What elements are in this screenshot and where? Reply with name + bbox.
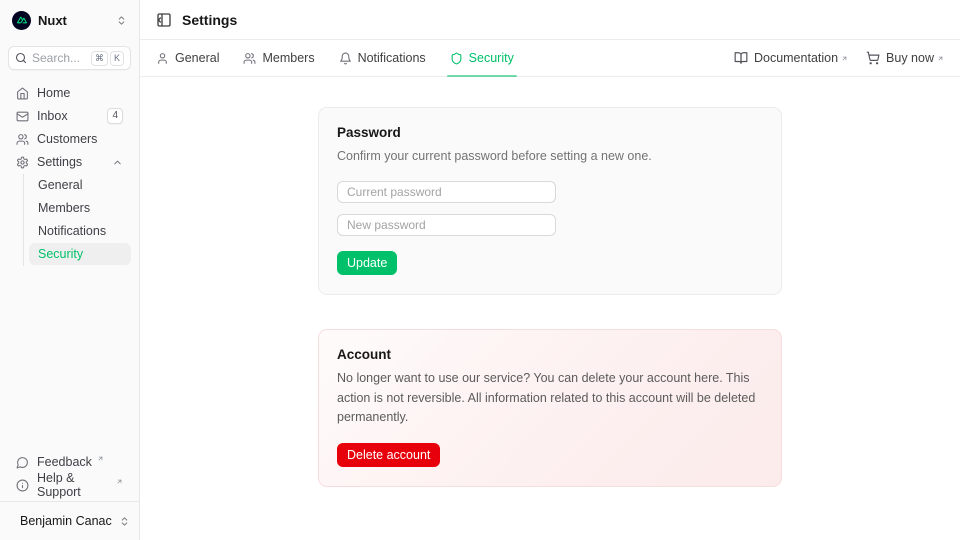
search-shortcut: ⌘ K (91, 51, 124, 66)
settings-submenu: General Members Notifications Security (23, 174, 131, 266)
link-label: Buy now (886, 51, 934, 65)
sidebar-item-label: Home (37, 86, 70, 100)
inbox-icon (16, 110, 29, 123)
sidebar-item-label: Members (38, 201, 90, 215)
tab-general[interactable]: General (156, 40, 219, 76)
sidebar-item-label: Security (38, 247, 83, 261)
chevron-up-icon (112, 157, 123, 168)
users-icon (243, 52, 256, 65)
user-name: Benjamin Canac (20, 514, 112, 528)
kbd-k: K (110, 51, 124, 66)
tab-label: Security (469, 51, 514, 65)
update-password-button[interactable]: Update (337, 251, 397, 275)
shopping-cart-icon (866, 51, 880, 65)
sidebar-item-label: Customers (37, 132, 97, 146)
sidebar-footer: Feedback Help & Support Benjamin Canac (8, 451, 131, 540)
current-password-field[interactable] (337, 181, 556, 203)
user-menu[interactable]: Benjamin Canac (8, 506, 131, 536)
user-icon (156, 52, 169, 65)
buy-now-link[interactable]: Buy now (866, 51, 944, 65)
users-icon (16, 133, 29, 146)
footer-item-label: Help & Support (37, 471, 111, 499)
book-open-icon (734, 51, 748, 65)
sidebar-item-customers[interactable]: Customers (8, 128, 131, 150)
delete-account-button[interactable]: Delete account (337, 443, 440, 467)
settings-tabbar: General Members Notifications Security (140, 40, 960, 77)
external-link-icon (841, 55, 848, 62)
search-icon (15, 52, 27, 64)
password-card-description: Confirm your current password before set… (337, 147, 763, 166)
account-card-title: Account (337, 347, 763, 362)
tab-security[interactable]: Security (450, 40, 514, 76)
header-links: Documentation Buy now (734, 51, 944, 65)
gear-icon (16, 156, 29, 169)
divider (0, 501, 139, 502)
sidebar-item-settings[interactable]: Settings (8, 151, 131, 173)
chevrons-up-down-icon (119, 516, 130, 527)
tab-notifications[interactable]: Notifications (339, 40, 426, 76)
tab-label: Notifications (358, 51, 426, 65)
sidebar-item-members[interactable]: Members (29, 197, 131, 219)
sidebar-nav: Home Inbox 4 Customers Settings (8, 82, 131, 267)
feedback-link[interactable]: Feedback (8, 451, 131, 473)
info-circle-icon (16, 479, 29, 492)
sidebar-item-label: Settings (37, 155, 82, 169)
external-link-icon (937, 55, 944, 62)
account-card-description: No longer want to use our service? You c… (337, 369, 763, 427)
help-support-link[interactable]: Help & Support (8, 474, 131, 496)
documentation-link[interactable]: Documentation (734, 51, 848, 65)
chevrons-up-down-icon (116, 15, 127, 26)
password-card: Password Confirm your current password b… (318, 107, 782, 295)
sidebar-item-inbox[interactable]: Inbox 4 (8, 105, 131, 127)
tab-members[interactable]: Members (243, 40, 314, 76)
main-panel: Settings General Members Notifications (140, 0, 960, 540)
app-window: Nuxt Search... ⌘ K Home (0, 0, 960, 540)
nuxt-logo-icon (12, 11, 31, 30)
sidebar-item-label: General (38, 178, 82, 192)
sidebar-item-notifications[interactable]: Notifications (29, 220, 131, 242)
search-input[interactable]: Search... ⌘ K (8, 46, 131, 70)
home-icon (16, 87, 29, 100)
tab-label: Members (262, 51, 314, 65)
sidebar-item-general[interactable]: General (29, 174, 131, 196)
search-placeholder: Search... (32, 51, 80, 65)
workspace-name: Nuxt (38, 13, 67, 28)
sidebar-item-label: Inbox (37, 109, 68, 123)
page-header: Settings (140, 0, 960, 40)
workspace-switcher[interactable]: Nuxt (8, 0, 131, 40)
account-card: Account No longer want to use our servic… (318, 329, 782, 486)
page-title: Settings (182, 12, 237, 28)
settings-security-content: Password Confirm your current password b… (140, 77, 960, 540)
new-password-field[interactable] (337, 214, 556, 236)
external-link-icon (97, 455, 104, 462)
kbd-meta: ⌘ (91, 51, 108, 66)
tab-label: General (175, 51, 219, 65)
sidebar-item-home[interactable]: Home (8, 82, 131, 104)
footer-item-label: Feedback (37, 455, 92, 469)
sidebar-item-label: Notifications (38, 224, 106, 238)
sidebar-item-security[interactable]: Security (29, 243, 131, 265)
message-circle-icon (16, 456, 29, 469)
bell-icon (339, 52, 352, 65)
inbox-count-badge: 4 (107, 108, 123, 124)
external-link-icon (116, 478, 123, 485)
collapse-sidebar-icon[interactable] (156, 12, 172, 28)
sidebar: Nuxt Search... ⌘ K Home (0, 0, 140, 540)
password-card-title: Password (337, 125, 763, 140)
link-label: Documentation (754, 51, 838, 65)
shield-icon (450, 52, 463, 65)
